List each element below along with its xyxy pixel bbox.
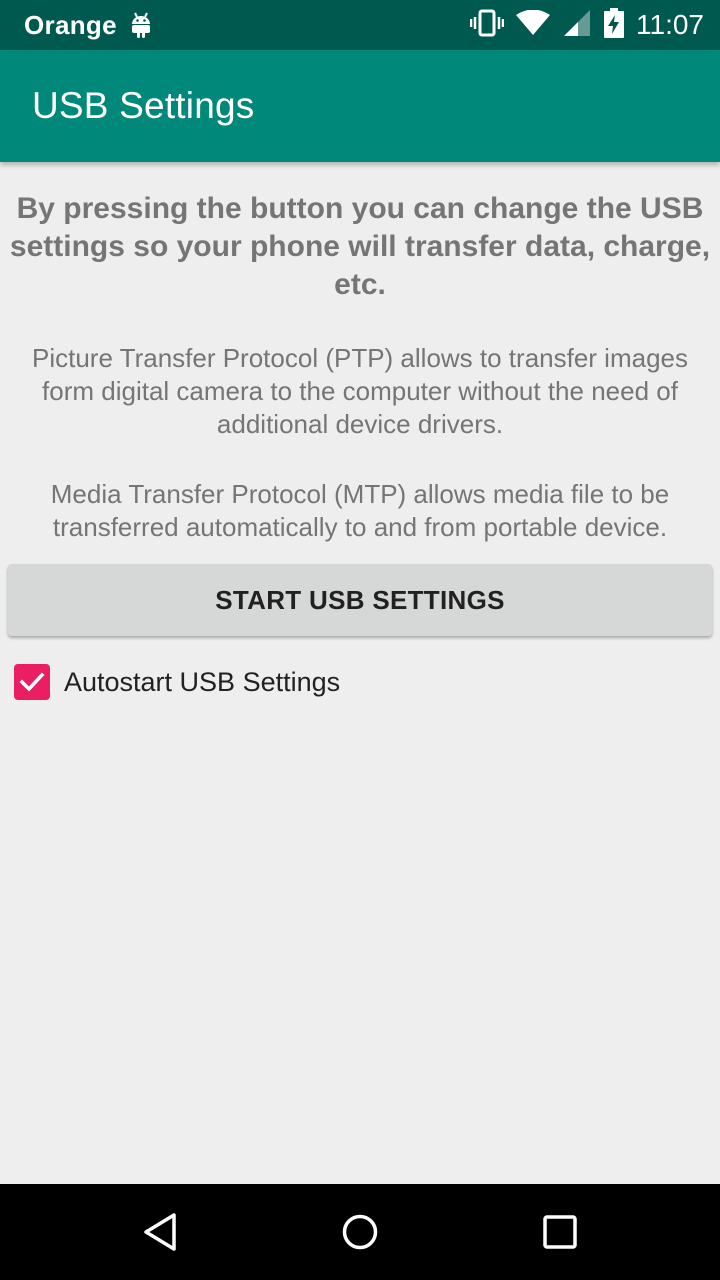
ptp-description: Picture Transfer Protocol (PTP) allows t… <box>31 343 688 439</box>
recents-icon[interactable] <box>534 1206 586 1258</box>
start-usb-settings-button[interactable]: START USB SETTINGS <box>8 564 712 636</box>
android-notification-icon <box>129 11 153 39</box>
status-bar: Orange 11:07 <box>0 0 720 50</box>
autostart-label: Autostart USB Settings <box>64 666 341 697</box>
battery-charging-icon <box>604 7 624 43</box>
autostart-checkbox-row[interactable]: Autostart USB Settings <box>14 664 340 700</box>
back-icon[interactable] <box>134 1206 186 1258</box>
page-title: USB Settings <box>32 85 255 126</box>
wifi-icon <box>516 9 550 41</box>
checkmark-icon <box>19 672 45 692</box>
status-time: 11:07 <box>636 9 704 40</box>
main-content: By pressing the button you can change th… <box>0 162 720 544</box>
navigation-bar <box>0 1184 720 1280</box>
autostart-checkbox[interactable] <box>14 664 50 700</box>
carrier-name: Orange <box>24 9 117 40</box>
app-bar: USB Settings <box>0 50 720 162</box>
mtp-description: Media Transfer Protocol (MTP) allows med… <box>50 479 670 542</box>
vibrate-icon <box>469 9 505 42</box>
signal-icon <box>562 9 592 42</box>
intro-headline: By pressing the button you can change th… <box>9 192 711 301</box>
home-icon[interactable] <box>334 1206 386 1258</box>
status-icons: 11:07 <box>458 7 704 43</box>
